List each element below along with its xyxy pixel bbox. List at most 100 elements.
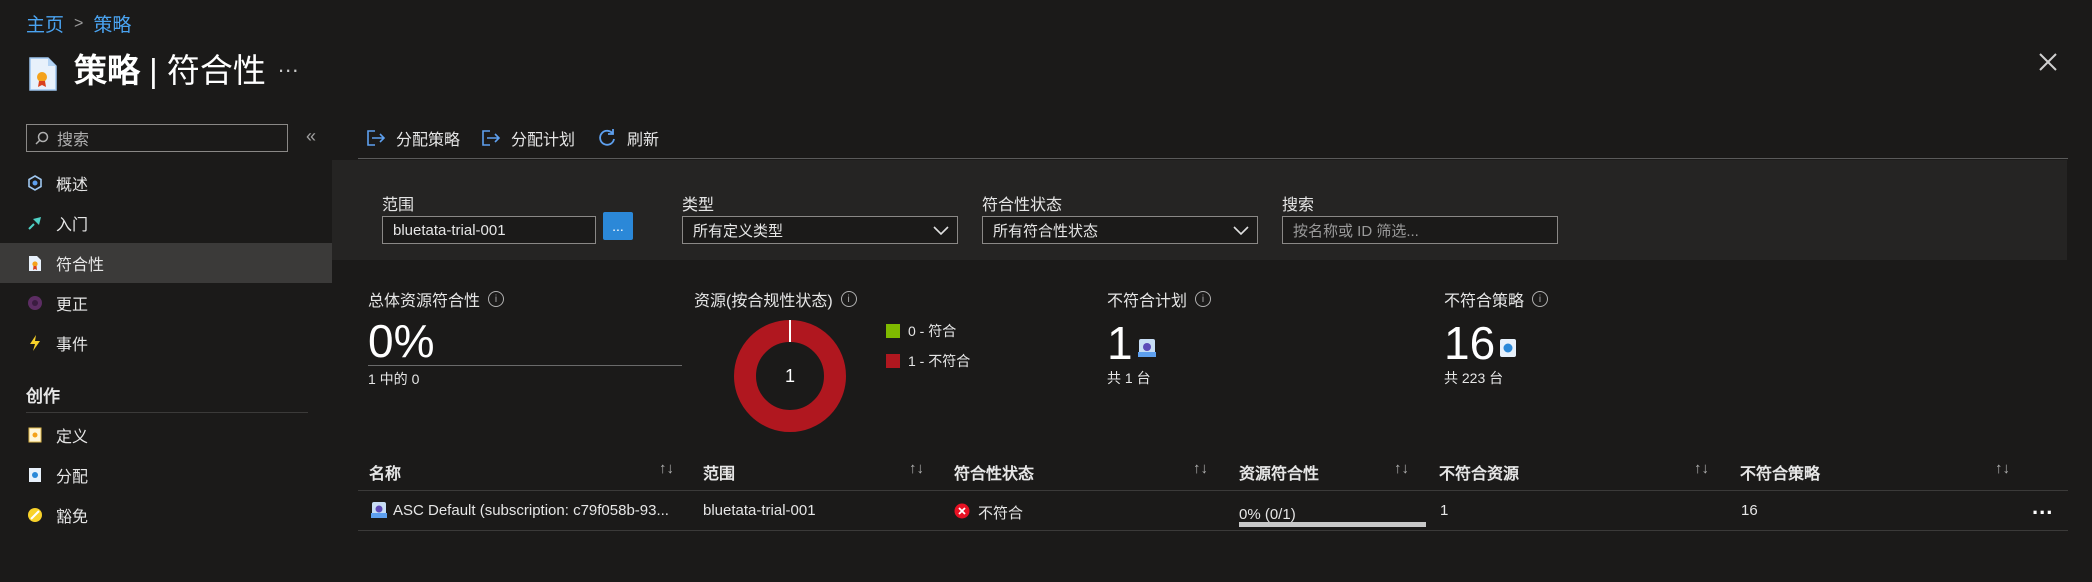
overall-compliance-value: 0% (368, 315, 435, 367)
row-resource-compliance: 0% (0/1) (1239, 506, 1296, 523)
nav-item-compliance[interactable]: 符合性 (0, 243, 332, 283)
donut-center-label: 1 (785, 366, 795, 386)
nav-item-events[interactable]: 事件 (0, 323, 332, 363)
nav-divider (26, 412, 308, 413)
legend-swatch-noncompliant (886, 354, 900, 368)
legend-label: 1 - 不符合 (908, 353, 971, 369)
type-value: 所有定义类型 (693, 222, 784, 240)
title-sub: 符合性 (166, 52, 266, 89)
overall-compliance-sub: 1 中的 0 (368, 371, 420, 387)
breadcrumb-separator: > (74, 14, 84, 32)
resources-donut-chart: 1 (734, 320, 846, 432)
sort-icon[interactable]: ↑↓ (1694, 460, 1709, 477)
nav-item-label: 入门 (56, 217, 89, 234)
nav-section-authoring: 创作 (26, 387, 60, 406)
more-options-button[interactable]: ... (278, 52, 299, 78)
legend-swatch-compliant (886, 324, 900, 338)
column-header-scope[interactable]: 范围 (703, 460, 735, 484)
compliance-state-dropdown[interactable]: 所有符合性状态 (982, 216, 1258, 244)
nav-item-remediation[interactable]: 更正 (0, 283, 332, 323)
nav-item-label: 定义 (56, 429, 89, 446)
row-more-button[interactable]: ... (2032, 494, 2053, 520)
title-separator: | (140, 52, 167, 89)
row-noncompliant-resources: 1 (1440, 502, 1449, 519)
sort-icon[interactable]: ↑↓ (659, 460, 674, 477)
breadcrumb-policy[interactable]: 策略 (93, 10, 131, 37)
nav-item-label: 概述 (56, 177, 89, 194)
nav-item-getting-started[interactable]: 入门 (0, 203, 332, 243)
chevron-down-icon (933, 226, 949, 236)
breadcrumb-home[interactable]: 主页 (26, 10, 64, 37)
nav-search-placeholder: 搜索 (57, 132, 90, 149)
row-compliance-state: 不符合 (978, 505, 1024, 522)
overall-compliance-bar (368, 365, 682, 366)
scope-picker-button[interactable]: ... (603, 212, 633, 240)
nav-item-label: 分配 (56, 469, 89, 486)
scope-field[interactable]: bluetata-trial-001 (382, 216, 596, 244)
nav-item-label: 事件 (56, 337, 89, 354)
policy-page-icon (29, 57, 57, 91)
nav-search-input[interactable]: 搜索 (26, 124, 288, 152)
breadcrumb: 主页 > 策略 (26, 10, 131, 37)
type-dropdown[interactable]: 所有定义类型 (682, 216, 958, 244)
sort-icon[interactable]: ↑↓ (1193, 460, 1208, 477)
nav-item-label: 豁免 (56, 509, 89, 526)
noncompliant-policies-value: 16 (1444, 317, 1496, 369)
filter-search-input[interactable]: 按名称或 ID 筛选... (1282, 216, 1558, 244)
type-label: 类型 (682, 197, 715, 214)
noncompliant-initiatives-sub: 共 1 台 (1107, 370, 1151, 386)
initiative-icon (371, 502, 387, 518)
definitions-icon (26, 426, 44, 444)
nav-item-assignments[interactable]: 分配 (0, 455, 332, 495)
resources-by-state-label: 资源(按合规性状态) i (694, 287, 857, 311)
refresh-label: 刷新 (627, 132, 660, 149)
assign-initiative-button[interactable]: 分配计划 (481, 126, 575, 150)
overview-icon (26, 174, 44, 192)
refresh-button[interactable]: 刷新 (597, 126, 659, 150)
sort-icon[interactable]: ↑↓ (1394, 460, 1409, 477)
legend-compliant: 0 - 符合 (886, 321, 956, 341)
assign-policy-label: 分配策略 (396, 132, 461, 149)
remediation-icon (26, 294, 44, 312)
column-header-noncompliant-policies[interactable]: 不符合策略 (1740, 460, 1820, 484)
sort-icon[interactable]: ↑↓ (1995, 460, 2010, 477)
noncompliant-initiatives-title: 不符合计划 (1107, 293, 1188, 310)
noncompliant-policies-label: 不符合策略 i (1444, 287, 1549, 311)
nav-item-definitions[interactable]: 定义 (0, 415, 332, 455)
column-header-noncompliant-resources[interactable]: 不符合资源 (1439, 460, 1519, 484)
assign-initiative-label: 分配计划 (511, 132, 576, 149)
legend-noncompliant: 1 - 不符合 (886, 351, 970, 371)
noncompliant-initiatives-value: 1 (1107, 317, 1133, 369)
nav-item-overview[interactable]: 概述 (0, 163, 332, 203)
noncompliant-initiatives-label: 不符合计划 i (1107, 287, 1212, 311)
nav-item-label: 符合性 (56, 257, 105, 274)
assign-policy-button[interactable]: 分配策略 (366, 126, 460, 150)
row-name-link[interactable]: ASC Default (subscription: c79f058b-93..… (393, 502, 669, 519)
chevron-down-icon (1233, 226, 1249, 236)
toolbar-divider (358, 158, 2068, 159)
refresh-icon (599, 129, 615, 146)
noncompliant-policies-title: 不符合策略 (1444, 293, 1525, 310)
noncompliant-policies-sub: 共 223 台 (1444, 370, 1504, 386)
column-header-compliance-state[interactable]: 符合性状态 (954, 460, 1034, 484)
page-title: 策略 | 符合性 (74, 44, 266, 92)
nav-item-exemptions[interactable]: 豁免 (0, 495, 332, 535)
info-icon[interactable]: i (1195, 291, 1212, 307)
resource-compliance-bar (1239, 522, 1426, 527)
nav-item-label: 更正 (56, 297, 89, 314)
column-header-resource-compliance[interactable]: 资源符合性 (1239, 460, 1319, 484)
overall-compliance-title: 总体资源符合性 (368, 293, 481, 310)
getting-started-icon (26, 214, 44, 232)
sort-icon[interactable]: ↑↓ (909, 460, 924, 477)
info-icon[interactable]: i (840, 291, 857, 307)
assign-icon (367, 130, 386, 146)
error-icon (954, 503, 970, 519)
info-icon[interactable]: i (488, 291, 505, 307)
collapse-nav-button[interactable]: « (306, 126, 316, 147)
compliance-state-value: 所有符合性状态 (993, 222, 1099, 240)
column-header-name[interactable]: 名称 (369, 460, 401, 484)
info-icon[interactable]: i (1532, 291, 1549, 307)
row-scope: bluetata-trial-001 (703, 502, 816, 519)
close-icon[interactable] (2036, 50, 2060, 74)
scope-value: bluetata-trial-001 (393, 221, 506, 239)
